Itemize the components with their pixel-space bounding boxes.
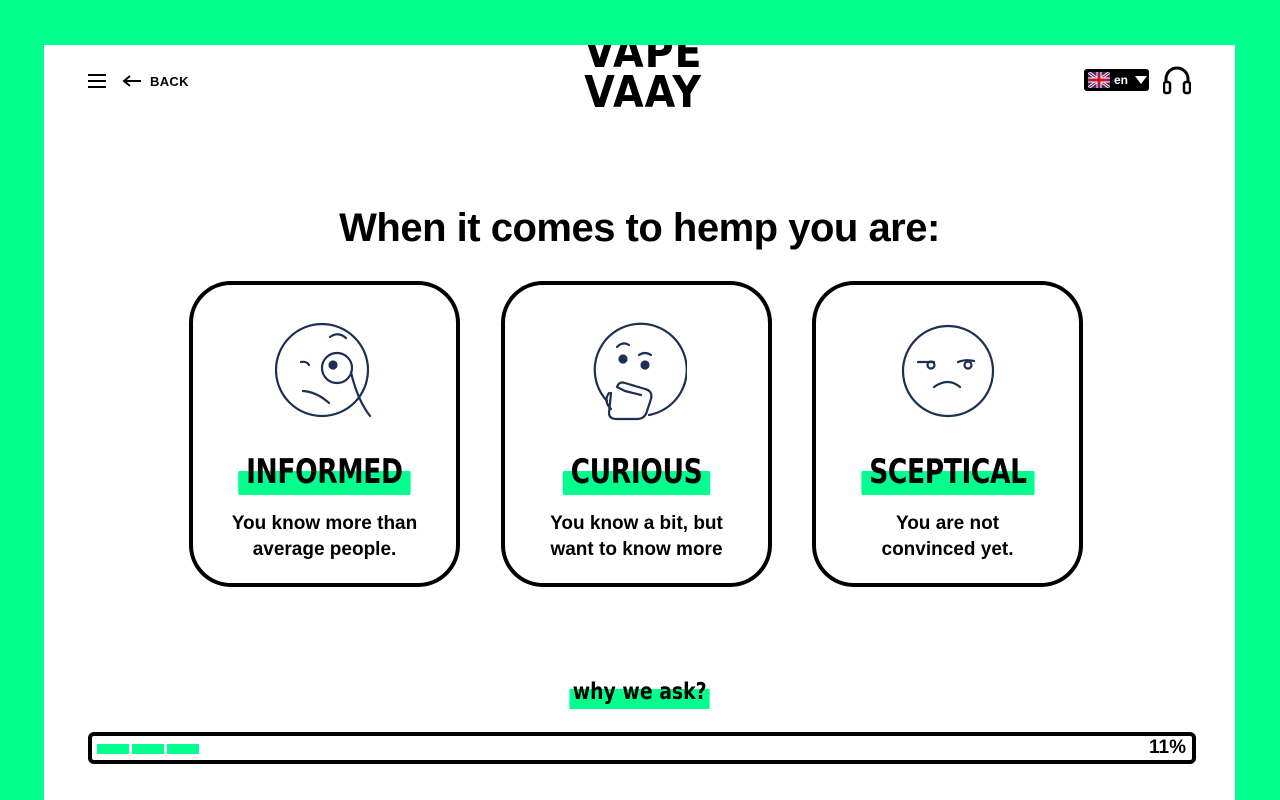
progress-fill — [97, 744, 199, 754]
option-title: CURIOUS — [562, 455, 711, 495]
desc-line: You know a bit, but — [550, 513, 723, 534]
brand-logo[interactable]: VAPE VAAY — [578, 45, 702, 113]
uk-flag-icon — [1088, 72, 1110, 88]
desc-line: want to know more — [550, 539, 723, 560]
logo-line-2: VAAY — [584, 67, 702, 114]
why-we-ask-link[interactable]: why we ask? — [44, 679, 1235, 709]
progress-segment — [167, 744, 199, 754]
desc-line: average people. — [252, 539, 397, 560]
option-card-sceptical[interactable]: SCEPTICAL You are not convinced yet. — [812, 281, 1083, 587]
desc-line: You are not — [895, 513, 1000, 534]
back-label: BACK — [150, 73, 189, 89]
option-description: You are not convinced yet. — [816, 511, 1079, 563]
language-code: en — [1114, 73, 1129, 87]
option-card-informed[interactable]: INFORMED You know more than average peop… — [189, 281, 460, 587]
option-title: SCEPTICAL — [860, 455, 1034, 495]
option-title: INFORMED — [238, 455, 411, 495]
desc-line: You know more than — [231, 513, 418, 534]
option-card-curious[interactable]: CURIOUS You know a bit, but want to know… — [501, 281, 772, 587]
monocle-face-icon — [274, 322, 371, 418]
option-description: You know more than average people. — [193, 511, 456, 563]
language-selector[interactable]: en — [1084, 69, 1149, 91]
question-heading: When it comes to hemp you are: — [339, 206, 940, 250]
page-frame: BACK VAPE VAAY en When it comes to hemp … — [44, 45, 1235, 800]
progress-percent: 11% — [1149, 737, 1186, 758]
sceptical-face-icon — [901, 324, 994, 418]
headphones-icon[interactable] — [1163, 65, 1191, 95]
chevron-down-icon — [1135, 76, 1147, 84]
arrow-left-icon — [122, 75, 141, 87]
why-we-ask-label: why we ask? — [569, 679, 711, 709]
back-button[interactable]: BACK — [122, 71, 189, 91]
thinking-face-icon — [593, 322, 687, 421]
desc-line: convinced yet. — [881, 539, 1014, 560]
option-description: You know a bit, but want to know more — [505, 511, 768, 563]
progress-segment — [97, 744, 129, 754]
progress-bar: 11% — [88, 732, 1196, 764]
progress-segment — [132, 744, 164, 754]
hamburger-menu-icon[interactable] — [88, 73, 106, 89]
